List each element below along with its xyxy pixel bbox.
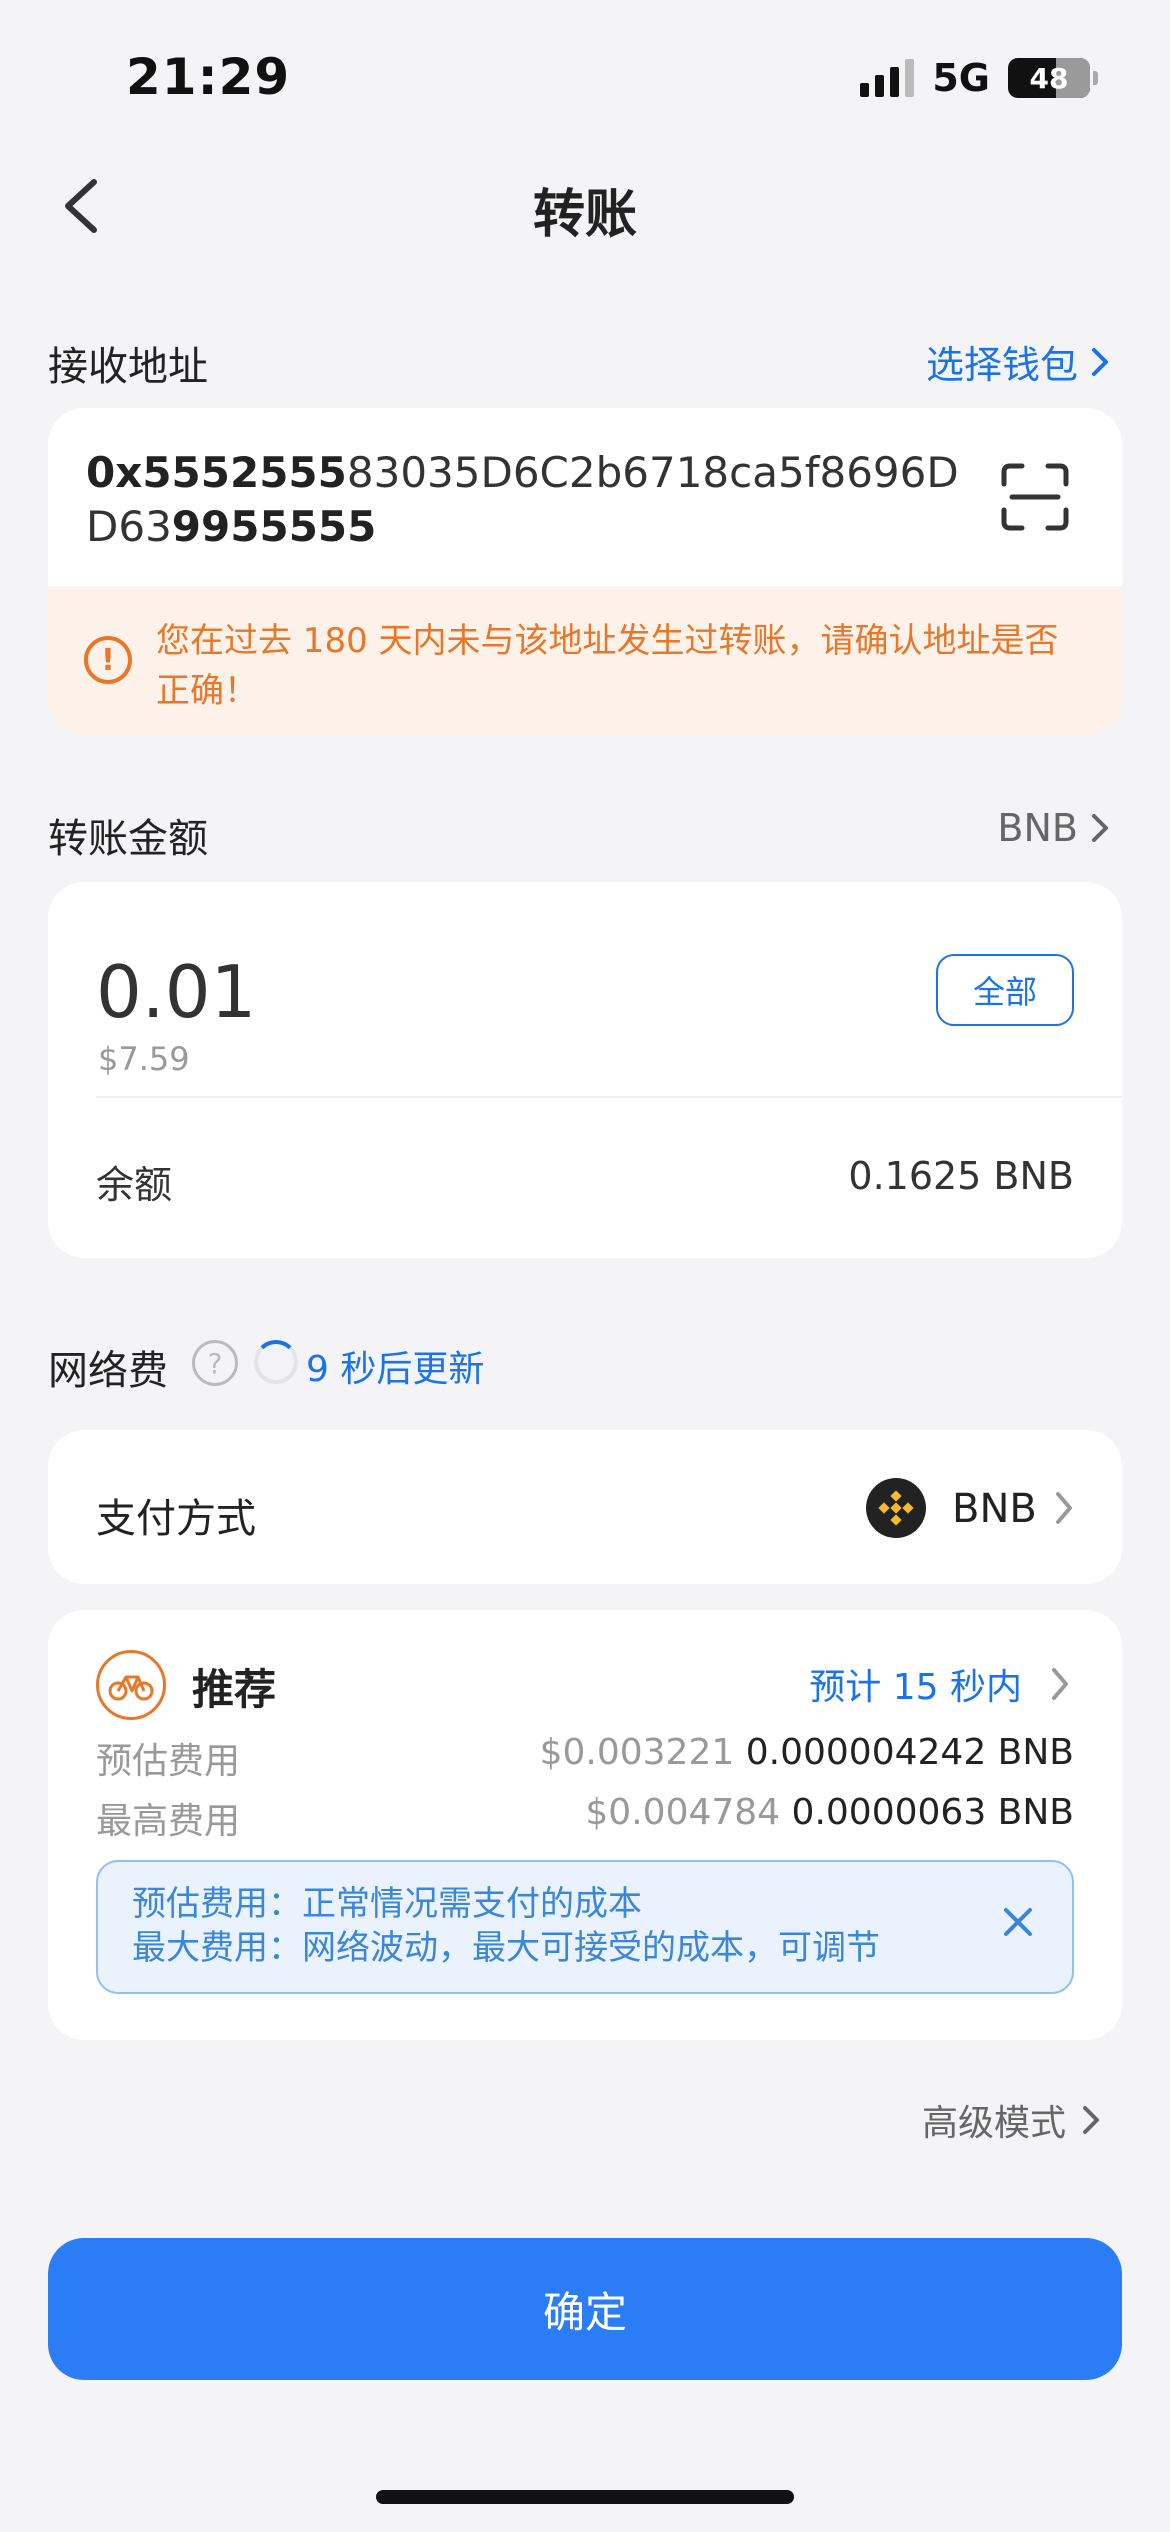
scan-qr-icon[interactable] <box>1000 462 1070 532</box>
estimated-fee-usd: $0.003221 <box>539 1732 735 1773</box>
recipient-address[interactable]: 0x555255583035D6C2b6718ca5f8696DD6399555… <box>86 446 986 554</box>
advanced-mode-link[interactable]: 高级模式 <box>922 2094 1100 2146</box>
chevron-right-icon <box>1092 347 1108 376</box>
balance-value: 0.1625 BNB <box>848 1154 1074 1198</box>
estimated-fee-label: 预估费用 <box>96 1741 241 1782</box>
battery-level: 48 <box>1029 61 1069 95</box>
warning-icon: ! <box>84 636 132 684</box>
receive-address-label: 接收地址 <box>48 344 208 390</box>
select-wallet-link[interactable]: 选择钱包 <box>926 334 1110 389</box>
advanced-mode-label: 高级模式 <box>921 2103 1066 2144</box>
confirm-button[interactable]: 确定 <box>48 2238 1122 2380</box>
estimated-fee-value: $0.003221 0.000004242 BNB <box>540 1732 1074 1773</box>
warning-text: 您在过去 180 天内未与该地址发生过转账，请确认地址是否正确！ <box>156 621 1059 711</box>
max-fee-bnb: 0.0000063 BNB <box>791 1792 1074 1833</box>
page-title: 转账 <box>532 185 637 245</box>
fee-info-text: 预估费用：正常情况需支付的成本 最大费用：网络波动，最大可接受的成本，可调节 <box>132 1882 880 1970</box>
signal-icon <box>860 59 915 97</box>
divider <box>96 1096 1122 1098</box>
loading-spinner-icon <box>254 1340 298 1384</box>
status-indicators: 5G 48 <box>860 56 1098 100</box>
home-indicator <box>376 2490 794 2504</box>
fee-tier-label: 推荐 <box>192 1665 277 1714</box>
fee-info-line: 最大费用：网络波动，最大可接受的成本，可调节 <box>132 1928 880 1968</box>
max-fee-usd: $0.004784 <box>585 1792 781 1833</box>
bnb-logo-icon <box>866 1478 926 1538</box>
select-wallet-label: 选择钱包 <box>925 343 1078 387</box>
amount-usd: $7.59 <box>98 1040 190 1078</box>
address-prefix: 0x5552555 <box>86 448 347 497</box>
eta-text: 预计 15 秒内 <box>809 1667 1022 1708</box>
fee-info-line: 预估费用：正常情况需支付的成本 <box>132 1884 642 1924</box>
bike-icon <box>96 1650 166 1720</box>
close-icon[interactable] <box>1000 1904 1036 1940</box>
chevron-right-icon <box>1052 1668 1068 1700</box>
max-amount-button[interactable]: 全部 <box>936 954 1074 1026</box>
fee-tier-selector[interactable]: 预计 15 秒内 <box>809 1658 1070 1710</box>
refresh-countdown: 9 秒后更新 <box>306 1349 485 1390</box>
address-suffix: 9955555 <box>171 502 377 551</box>
token-selector[interactable]: BNB <box>997 806 1110 850</box>
network-fee-label: 网络费 <box>48 1348 168 1394</box>
balance-label: 余额 <box>96 1163 173 1207</box>
network-type: 5G <box>932 56 990 100</box>
chevron-right-icon <box>1083 2106 1099 2134</box>
battery-icon: 48 <box>1008 58 1098 98</box>
chevron-right-icon <box>1092 814 1108 842</box>
token-name: BNB <box>997 806 1078 850</box>
help-icon[interactable]: ? <box>192 1340 238 1386</box>
max-fee-value: $0.004784 0.0000063 BNB <box>585 1792 1074 1833</box>
amount-card <box>48 882 1122 1258</box>
amount-label: 转账金额 <box>48 816 208 862</box>
payment-token: BNB <box>952 1486 1037 1532</box>
chevron-right-icon <box>1056 1492 1072 1524</box>
estimated-fee-bnb: 0.000004242 BNB <box>745 1732 1074 1773</box>
amount-input[interactable]: 0.01 <box>96 950 256 1034</box>
max-fee-label: 最高费用 <box>96 1801 241 1842</box>
payment-method-label: 支付方式 <box>96 1496 256 1542</box>
status-time: 21:29 <box>126 48 291 106</box>
